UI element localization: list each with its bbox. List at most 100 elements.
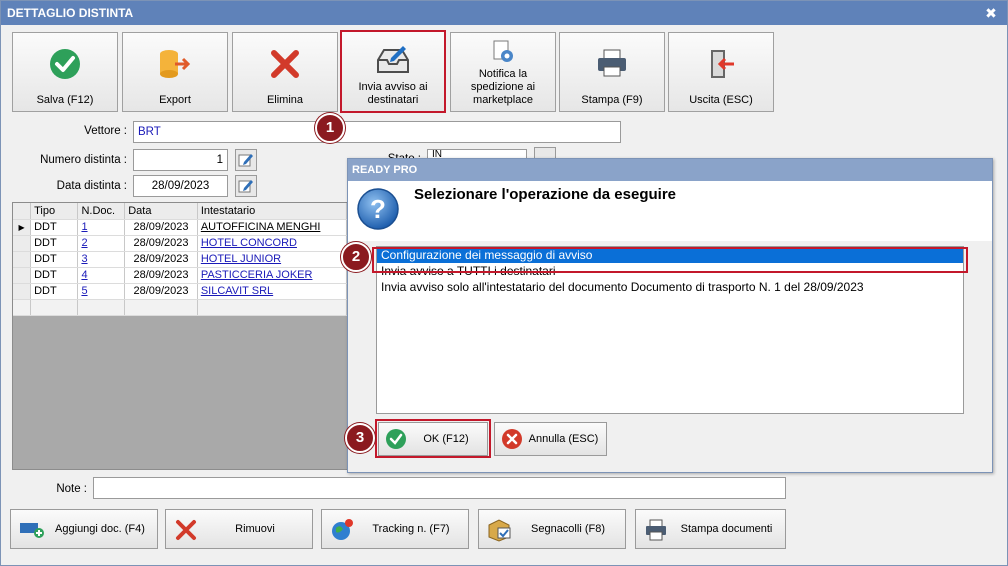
note-input[interactable]: [93, 477, 786, 499]
marketplace-label: Notifica la spedizione ai marketplace: [470, 68, 536, 106]
gear-document-icon: [493, 40, 513, 62]
cell-intestatario-link[interactable]: HOTEL JUNIOR: [197, 251, 347, 268]
table-row[interactable]: DDT 4 28/09/2023 PASTICCERIA JOKER: [13, 267, 347, 284]
cell-tipo: DDT: [30, 235, 79, 252]
cell-ndoc-link[interactable]: 2: [77, 235, 126, 252]
cell-data: 28/09/2023: [124, 267, 198, 284]
option-notify-holder[interactable]: Invia avviso solo all'intestatario del d…: [377, 279, 963, 295]
cell-ndoc-link[interactable]: 4: [77, 267, 126, 284]
cell-intestatario-link[interactable]: HOTEL CONCORD: [197, 235, 347, 252]
print-documents-button[interactable]: Stampa documenti: [635, 509, 786, 549]
cell-tipo: DDT: [30, 219, 79, 236]
delete-x-icon: [271, 50, 299, 78]
cell-data: 28/09/2023: [124, 251, 198, 268]
step-badge-1: 1: [315, 113, 345, 143]
row-indicator: [13, 267, 32, 284]
cell-tipo: DDT: [30, 251, 79, 268]
export-label: Export: [159, 94, 191, 106]
empty-cell: [197, 299, 347, 316]
carrier-label: Vettore :: [84, 125, 127, 137]
documents-grid: Tipo N.Doc. Data Intestatario ▶ DDT 1 28…: [12, 202, 348, 470]
printer-icon: [598, 49, 626, 77]
pencil-icon: [238, 154, 253, 167]
dialog-header: ? Selezionare l'operazione da eseguire: [348, 181, 992, 241]
printer-icon: [646, 519, 666, 541]
add-document-label: Aggiungi doc. (F4): [55, 523, 145, 535]
exit-button[interactable]: Uscita (ESC): [668, 32, 774, 112]
add-document-icon: [20, 523, 44, 538]
number-edit-button[interactable]: [235, 149, 257, 171]
save-button[interactable]: Salva (F12): [12, 32, 118, 112]
grid-indicator-header: [13, 203, 32, 220]
dialog-title: READY PRO: [348, 159, 992, 181]
date-edit-button[interactable]: [235, 175, 257, 197]
note-label: Note :: [56, 483, 87, 495]
row-indicator: [13, 299, 32, 316]
notify-label: Invia avviso ai destinatari: [358, 81, 428, 106]
cell-ndoc-link[interactable]: 3: [77, 251, 126, 268]
table-row[interactable]: DDT 3 28/09/2023 HOTEL JUNIOR: [13, 251, 347, 268]
cell-ndoc-link[interactable]: 5: [77, 283, 126, 300]
dialog-heading: Selezionare l'operazione da eseguire: [414, 186, 676, 203]
globe-icon: [332, 519, 353, 540]
step-badge-2: 2: [341, 242, 371, 272]
exit-label: Uscita (ESC): [689, 94, 753, 106]
cell-intestatario-link[interactable]: SILCAVIT SRL: [197, 283, 347, 300]
labels-label: Segnacolli (F8): [531, 523, 605, 535]
pencil-icon: [238, 180, 253, 193]
cell-intestatario-link[interactable]: PASTICCERIA JOKER: [197, 267, 347, 284]
col-tipo[interactable]: Tipo: [30, 203, 79, 220]
remove-x-icon: [176, 520, 196, 540]
cell-tipo: DDT: [30, 267, 79, 284]
table-row[interactable]: DDT 2 28/09/2023 HOTEL CONCORD: [13, 235, 347, 252]
highlight-box-option: [372, 247, 968, 273]
col-ndoc[interactable]: N.Doc.: [77, 203, 126, 220]
remove-label: Rimuovi: [235, 523, 275, 535]
documents-table: Tipo N.Doc. Data Intestatario ▶ DDT 1 28…: [13, 203, 347, 316]
cancel-icon: [502, 429, 522, 449]
window-titlebar: DETTAGLIO DISTINTA ✖: [1, 1, 1007, 25]
labels-button[interactable]: Segnacolli (F8): [478, 509, 626, 549]
exit-door-icon: [711, 50, 734, 78]
date-input[interactable]: 28/09/2023: [133, 175, 228, 197]
remove-button[interactable]: Rimuovi: [165, 509, 313, 549]
tracking-label: Tracking n. (F7): [372, 523, 450, 535]
print-button[interactable]: Stampa (F9): [559, 32, 665, 112]
col-data[interactable]: Data: [124, 203, 198, 220]
table-row[interactable]: DDT 5 28/09/2023 SILCAVIT SRL: [13, 283, 347, 300]
export-icon: [160, 50, 191, 78]
empty-cell: [77, 299, 126, 316]
empty-cell: [30, 299, 79, 316]
delete-label: Elimina: [266, 94, 304, 106]
cell-intestatario[interactable]: AUTOFFICINA MENGHI: [197, 219, 347, 236]
checkmark-icon: [50, 49, 80, 79]
empty-cell: [124, 299, 198, 316]
cell-tipo: DDT: [30, 283, 79, 300]
tray-edit-icon: [377, 46, 409, 73]
notify-recipients-button[interactable]: Invia avviso ai destinatari: [340, 30, 446, 113]
tracking-button[interactable]: Tracking n. (F7): [321, 509, 469, 549]
marketplace-notify-button[interactable]: Notifica la spedizione ai marketplace: [450, 32, 556, 112]
export-button[interactable]: Export: [122, 32, 228, 112]
delete-button[interactable]: Elimina: [232, 32, 338, 112]
close-icon[interactable]: ✖: [983, 5, 999, 21]
col-intestatario[interactable]: Intestatario: [197, 203, 347, 220]
print-label: Stampa (F9): [581, 94, 643, 106]
row-indicator: [13, 283, 32, 300]
operation-dialog: READY PRO ? Selezionare l'operazione da …: [347, 158, 993, 473]
row-indicator: [13, 251, 32, 268]
print-documents-label: Stampa documenti: [680, 523, 773, 535]
current-row-icon: ▶: [13, 219, 32, 236]
add-document-button[interactable]: Aggiungi doc. (F4): [10, 509, 158, 549]
cancel-button[interactable]: Annulla (ESC): [494, 422, 607, 456]
highlight-box-ok: [375, 419, 491, 458]
box-label-icon: [488, 519, 511, 542]
save-label: Salva (F12): [36, 94, 94, 106]
cell-ndoc-link[interactable]: 1: [77, 219, 126, 236]
cancel-label: Annulla (ESC): [528, 433, 599, 445]
carrier-input[interactable]: BRT: [133, 121, 621, 143]
new-row[interactable]: [13, 299, 347, 316]
number-input[interactable]: 1: [133, 149, 228, 171]
table-row[interactable]: ▶ DDT 1 28/09/2023 AUTOFFICINA MENGHI: [13, 219, 347, 236]
cell-data: 28/09/2023: [124, 283, 198, 300]
